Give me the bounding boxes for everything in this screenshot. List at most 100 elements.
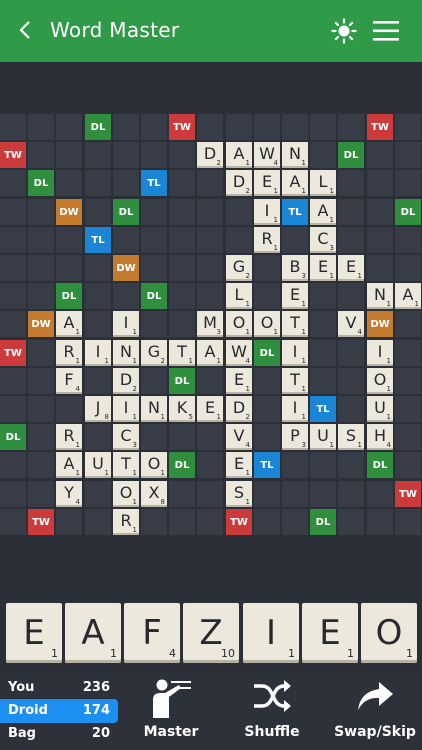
board-cell[interactable] [28, 368, 54, 394]
board-cell[interactable] [197, 509, 223, 535]
board-cell[interactable] [395, 452, 421, 478]
board-cell[interactable] [141, 509, 167, 535]
board-cell[interactable] [395, 311, 421, 337]
board-cell[interactable] [338, 283, 364, 309]
bonus-square-tw[interactable]: TW [226, 509, 252, 535]
board-cell[interactable] [367, 227, 393, 253]
bonus-square-dw[interactable]: DW [367, 311, 393, 337]
board-cell[interactable] [141, 227, 167, 253]
board-cell[interactable] [395, 255, 421, 281]
board-cell[interactable] [395, 368, 421, 394]
bonus-square-dw[interactable]: DW [56, 199, 82, 225]
bonus-square-dl[interactable]: DL [169, 368, 195, 394]
bonus-square-dl[interactable]: DL [113, 199, 139, 225]
board-cell[interactable] [338, 227, 364, 253]
board-cell[interactable] [141, 311, 167, 337]
bonus-square-dl[interactable]: DL [254, 340, 280, 366]
swap-skip-button[interactable]: Swap/Skip [332, 672, 418, 750]
board-cell[interactable] [85, 255, 111, 281]
board-cell[interactable] [367, 255, 393, 281]
board-cell[interactable] [197, 424, 223, 450]
board-cell[interactable] [56, 396, 82, 422]
board-cell[interactable] [113, 283, 139, 309]
board-cell[interactable] [254, 255, 280, 281]
board-cell[interactable] [310, 311, 336, 337]
bonus-square-dl[interactable]: DL [310, 509, 336, 535]
master-button[interactable]: Master [136, 672, 206, 750]
bonus-square-tl[interactable]: TL [310, 396, 336, 422]
back-button[interactable] [10, 15, 40, 45]
board-cell[interactable] [0, 283, 26, 309]
board-cell[interactable] [254, 114, 280, 140]
bonus-square-dl[interactable]: DL [338, 142, 364, 168]
board-cell[interactable] [197, 481, 223, 507]
board-cell[interactable] [197, 452, 223, 478]
board-cell[interactable] [282, 509, 308, 535]
tile-rack[interactable]: E 1 A 1 F 4 Z 10 I 1 E 1 O 1 [0, 603, 422, 667]
board-cell[interactable] [282, 481, 308, 507]
board-cell[interactable] [85, 170, 111, 196]
board-cell[interactable] [28, 396, 54, 422]
board-cell[interactable] [338, 452, 364, 478]
board-cell[interactable] [28, 114, 54, 140]
board-cell[interactable] [169, 227, 195, 253]
board-cell[interactable] [226, 114, 252, 140]
bonus-square-tw[interactable]: TW [0, 142, 26, 168]
board-cell[interactable] [226, 199, 252, 225]
board-cell[interactable] [28, 340, 54, 366]
board-cell[interactable] [197, 283, 223, 309]
bonus-square-dl[interactable]: DL [169, 452, 195, 478]
board-cell[interactable] [0, 481, 26, 507]
board-cell[interactable] [56, 142, 82, 168]
bonus-square-dw[interactable]: DW [113, 255, 139, 281]
board-cell[interactable] [56, 509, 82, 535]
board-cell[interactable] [141, 199, 167, 225]
board-cell[interactable] [310, 452, 336, 478]
bonus-square-tw[interactable]: TW [169, 114, 195, 140]
board-cell[interactable] [338, 114, 364, 140]
board-cell[interactable] [226, 227, 252, 253]
board-cell[interactable] [169, 424, 195, 450]
board-cell[interactable] [169, 283, 195, 309]
board-cell[interactable] [197, 170, 223, 196]
board-cell[interactable] [310, 340, 336, 366]
bonus-square-dl[interactable]: DL [28, 170, 54, 196]
board-cell[interactable] [395, 114, 421, 140]
board-cell[interactable] [0, 255, 26, 281]
board-cell[interactable] [282, 114, 308, 140]
board-cell[interactable] [56, 114, 82, 140]
rack-tile[interactable]: E1 [302, 603, 358, 663]
board-cell[interactable] [338, 368, 364, 394]
board-cell[interactable] [28, 255, 54, 281]
board-cell[interactable] [197, 227, 223, 253]
board-cell[interactable] [0, 368, 26, 394]
board-cell[interactable] [85, 283, 111, 309]
board-cell[interactable] [338, 170, 364, 196]
board-cell[interactable] [0, 452, 26, 478]
bonus-square-tl[interactable]: TL [254, 452, 280, 478]
board-cell[interactable] [367, 142, 393, 168]
board-cell[interactable] [56, 170, 82, 196]
bonus-square-tl[interactable]: TL [85, 227, 111, 253]
board-cell[interactable] [0, 199, 26, 225]
board-cell[interactable] [169, 311, 195, 337]
board-cell[interactable] [310, 368, 336, 394]
bonus-square-dw[interactable]: DW [28, 311, 54, 337]
board-cell[interactable] [169, 481, 195, 507]
bonus-square-tl[interactable]: TL [282, 199, 308, 225]
menu-button[interactable] [373, 20, 399, 42]
rack-tile[interactable]: I1 [243, 603, 299, 663]
bonus-square-dl[interactable]: DL [56, 283, 82, 309]
board-cell[interactable] [85, 509, 111, 535]
bonus-square-dl[interactable]: DL [367, 452, 393, 478]
board-cell[interactable] [395, 170, 421, 196]
board-cell[interactable] [85, 424, 111, 450]
board-cell[interactable] [113, 114, 139, 140]
board-cell[interactable] [0, 114, 26, 140]
board-cell[interactable] [254, 283, 280, 309]
bonus-square-dl[interactable]: DL [395, 199, 421, 225]
board-cell[interactable] [141, 424, 167, 450]
board-cell[interactable] [56, 255, 82, 281]
board-cell[interactable] [197, 255, 223, 281]
rack-tile[interactable]: E1 [6, 603, 62, 663]
